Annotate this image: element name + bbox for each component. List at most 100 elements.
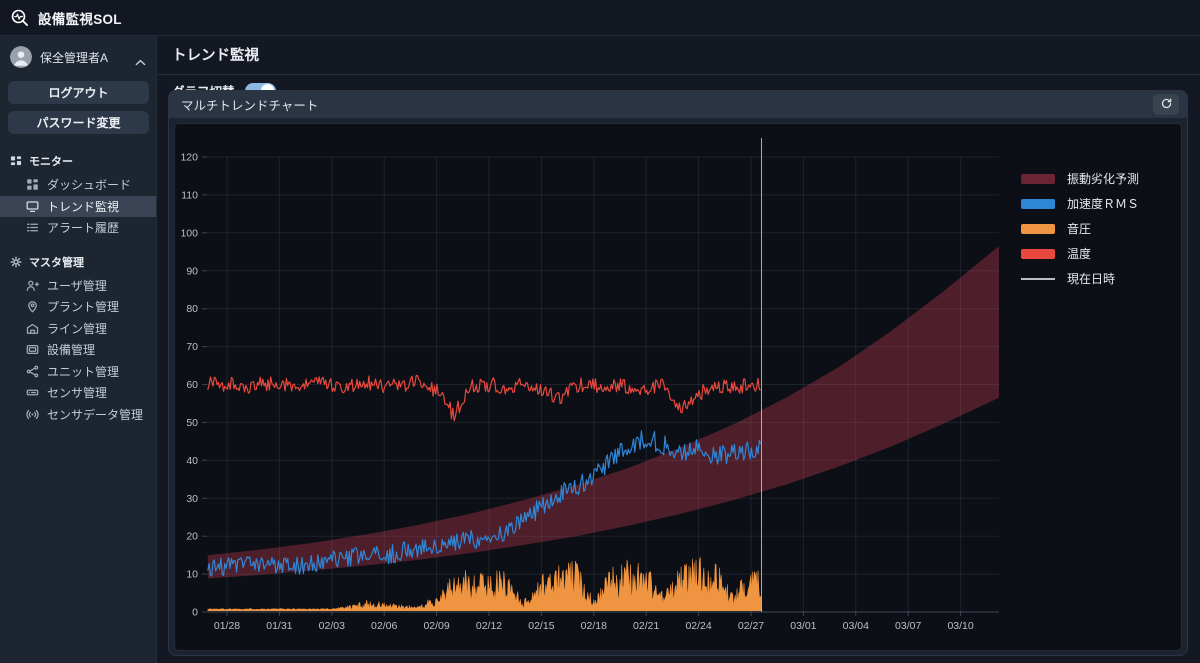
svg-text:40: 40 xyxy=(186,455,198,467)
legend-item[interactable]: 振動劣化予測 xyxy=(1021,166,1139,191)
svg-text:02/12: 02/12 xyxy=(476,620,502,632)
sidebar-item[interactable]: ダッシュボード xyxy=(0,174,156,196)
sidebar-item-label: ライン管理 xyxy=(47,320,107,337)
legend-swatch xyxy=(1021,174,1055,184)
sidebar-item[interactable]: センサデータ管理 xyxy=(0,404,156,426)
sidebar-item-label: ユーザ管理 xyxy=(47,277,107,294)
svg-text:02/27: 02/27 xyxy=(738,620,764,632)
series-temperature-line xyxy=(208,375,761,420)
multi-trend-chart-panel: マルチトレンドチャート 0 10 20 30 40 50 60 70 80 90 100 110 120… xyxy=(168,90,1188,656)
svg-text:70: 70 xyxy=(186,341,198,353)
nav-section: モニターダッシュボードトレンド監視アラート履歴 xyxy=(0,149,156,239)
top-bar: 設備監視SOL xyxy=(0,0,1200,36)
legend-swatch xyxy=(1021,199,1055,209)
nav-section-header: マスタ管理 xyxy=(0,250,156,275)
svg-text:90: 90 xyxy=(186,265,198,277)
svg-text:03/07: 03/07 xyxy=(895,620,921,632)
dashboard-icon xyxy=(26,178,47,191)
sidebar-item[interactable]: ユーザ管理 xyxy=(0,275,156,297)
trend-chart: 0 10 20 30 40 50 60 70 80 90 100 110 120 01/28 01/31 02… xyxy=(174,123,1182,651)
user-icon xyxy=(26,279,47,292)
legend-label: 現在日時 xyxy=(1067,270,1115,287)
nav-section: マスタ管理ユーザ管理プラント管理ライン管理設備管理ユニット管理センサ管理センサデ… xyxy=(0,250,156,426)
legend-item[interactable]: 加速度ＲＭＳ xyxy=(1021,191,1139,216)
legend-item[interactable]: 現在日時 xyxy=(1021,266,1139,291)
legend-swatch xyxy=(1021,249,1055,259)
monitor-section-icon xyxy=(10,155,29,167)
svg-text:03/01: 03/01 xyxy=(790,620,816,632)
svg-text:02/06: 02/06 xyxy=(371,620,397,632)
sidebar-item-label: 設備管理 xyxy=(47,341,95,358)
sidebar-item[interactable]: アラート履歴 xyxy=(0,217,156,239)
refresh-button[interactable] xyxy=(1153,94,1179,115)
svg-text:20: 20 xyxy=(186,531,198,543)
legend-label: 音圧 xyxy=(1067,220,1091,237)
svg-text:02/15: 02/15 xyxy=(528,620,554,632)
svg-text:02/21: 02/21 xyxy=(633,620,659,632)
gear-icon xyxy=(10,256,29,268)
sidebar-nav: モニターダッシュボードトレンド監視アラート履歴マスタ管理ユーザ管理プラント管理ラ… xyxy=(0,149,156,425)
chevron-up-icon xyxy=(135,53,146,61)
nav-section-label: マスタ管理 xyxy=(29,254,84,270)
sidebar-item[interactable]: ユニット管理 xyxy=(0,361,156,383)
svg-text:03/10: 03/10 xyxy=(947,620,973,632)
line-factory-icon xyxy=(26,322,47,335)
sidebar-item-label: ユニット管理 xyxy=(47,363,119,380)
trend-monitor-icon xyxy=(26,200,47,213)
svg-text:10: 10 xyxy=(186,569,198,581)
user-name: 保全管理者A xyxy=(40,49,135,66)
legend-label: 加速度ＲＭＳ xyxy=(1067,195,1139,212)
nav-section-label: モニター xyxy=(29,153,73,169)
sidebar-item-label: プラント管理 xyxy=(47,298,119,315)
sidebar-item[interactable]: トレンド監視 xyxy=(0,196,156,218)
logout-button[interactable]: ログアウト xyxy=(8,81,149,104)
panel-title: マルチトレンドチャート xyxy=(181,95,318,114)
panel-header: マルチトレンドチャート xyxy=(169,91,1187,118)
sidebar-item[interactable]: プラント管理 xyxy=(0,296,156,318)
sidebar-item[interactable]: ライン管理 xyxy=(0,318,156,340)
user-menu[interactable]: 保全管理者A xyxy=(0,36,156,74)
main-content: トレンド監視 グラフ切替 マルチトレンドチャート 010203040506070… xyxy=(158,36,1200,663)
page-title: トレンド監視 xyxy=(158,36,1200,75)
chart-legend: 振動劣化予測加速度ＲＭＳ 音圧温度現在日時 xyxy=(1021,166,1139,291)
svg-text:80: 80 xyxy=(186,303,198,315)
svg-text:120: 120 xyxy=(180,152,198,164)
change-password-button[interactable]: パスワード変更 xyxy=(8,111,149,134)
sidebar-item-label: アラート履歴 xyxy=(47,219,119,236)
sidebar-item-label: ダッシュボード xyxy=(47,176,131,193)
legend-label: 温度 xyxy=(1067,245,1091,262)
legend-item[interactable]: 温度 xyxy=(1021,241,1139,266)
svg-text:02/09: 02/09 xyxy=(423,620,449,632)
svg-text:0: 0 xyxy=(192,607,198,619)
sidebar: 保全管理者A ログアウト パスワード変更 モニターダッシュボードトレンド監視アラ… xyxy=(0,36,157,663)
legend-label: 振動劣化予測 xyxy=(1067,170,1139,187)
legend-item[interactable]: 音圧 xyxy=(1021,216,1139,241)
sidebar-item-label: センサ管理 xyxy=(47,384,107,401)
series-vibration-prediction-band xyxy=(208,246,999,578)
sidebar-item[interactable]: 設備管理 xyxy=(0,339,156,361)
svg-text:01/31: 01/31 xyxy=(266,620,292,632)
equipment-icon xyxy=(26,343,47,356)
sidebar-item-label: トレンド監視 xyxy=(47,198,119,215)
svg-text:60: 60 xyxy=(186,379,198,391)
svg-text:50: 50 xyxy=(186,417,198,429)
sidebar-item[interactable]: センサ管理 xyxy=(0,382,156,404)
app-title: 設備監視SOL xyxy=(38,8,122,28)
svg-text:02/24: 02/24 xyxy=(685,620,711,632)
svg-text:30: 30 xyxy=(186,493,198,505)
avatar xyxy=(10,46,32,68)
sensor-data-icon xyxy=(26,408,47,421)
svg-text:01/28: 01/28 xyxy=(214,620,240,632)
unit-share-icon xyxy=(26,365,47,378)
legend-swatch xyxy=(1021,224,1055,234)
plant-pin-icon xyxy=(26,300,47,313)
legend-line-swatch xyxy=(1021,278,1055,280)
svg-text:100: 100 xyxy=(180,227,198,239)
app-logo-icon xyxy=(10,8,30,28)
svg-text:110: 110 xyxy=(181,189,198,201)
nav-section-header: モニター xyxy=(0,149,156,174)
svg-text:02/03: 02/03 xyxy=(319,620,345,632)
sidebar-item-label: センサデータ管理 xyxy=(47,406,143,423)
refresh-icon xyxy=(1160,97,1173,113)
sensor-icon xyxy=(26,386,47,399)
